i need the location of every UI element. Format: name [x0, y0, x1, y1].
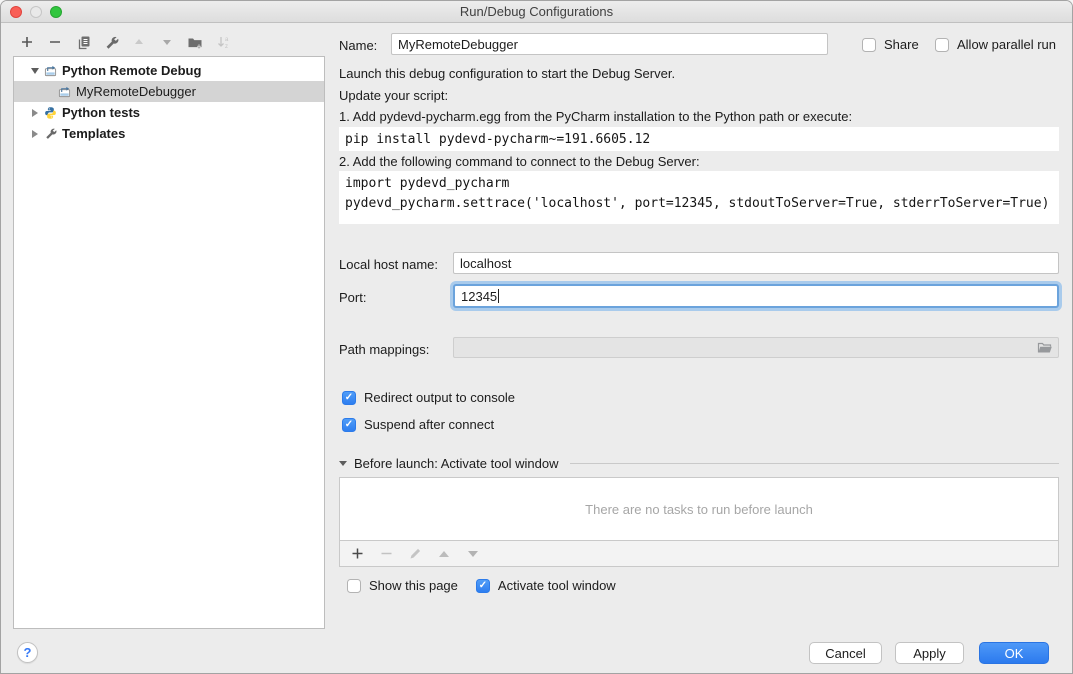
- remove-task-icon[interactable]: [378, 546, 394, 562]
- python-icon: [44, 106, 57, 120]
- port-value: 12345: [461, 289, 497, 304]
- share-checkbox-row: Share: [862, 37, 919, 52]
- remote-debug-icon: [44, 64, 57, 78]
- tree-item-myremotedebugger[interactable]: MyRemoteDebugger: [14, 81, 324, 102]
- name-value: MyRemoteDebugger: [398, 37, 518, 52]
- run-debug-configurations-dialog: Run/Debug Configurations az: [0, 0, 1073, 674]
- add-icon[interactable]: [19, 34, 35, 50]
- help-button[interactable]: ?: [17, 642, 38, 663]
- redirect-output-checkbox[interactable]: [342, 391, 356, 405]
- local-host-input[interactable]: localhost: [453, 252, 1059, 274]
- add-task-icon[interactable]: [349, 546, 365, 562]
- before-launch-header[interactable]: Before launch: Activate tool window: [339, 456, 1059, 471]
- tree-item-label: Python Remote Debug: [62, 63, 201, 78]
- remove-icon[interactable]: [47, 34, 63, 50]
- move-task-up-icon[interactable]: [436, 546, 452, 562]
- settrace-code-line1: import pydevd_pycharm: [345, 176, 509, 191]
- svg-text:a: a: [225, 37, 229, 43]
- settrace-code: import pydevd_pycharm pydevd_pycharm.set…: [339, 171, 1059, 224]
- instruction-intro: Launch this debug configuration to start…: [339, 66, 675, 81]
- chevron-down-icon[interactable]: [28, 68, 41, 74]
- collapse-triangle-icon[interactable]: [339, 461, 347, 466]
- tree-item-python-remote-debug[interactable]: Python Remote Debug: [14, 60, 324, 81]
- path-mappings-input[interactable]: [453, 337, 1059, 358]
- allow-parallel-run-label: Allow parallel run: [957, 37, 1056, 52]
- configurations-tree: Python Remote Debug MyRemoteDebugger Pyt…: [13, 56, 325, 629]
- section-divider: [570, 463, 1059, 464]
- redirect-output-label: Redirect output to console: [364, 390, 515, 405]
- title-bar[interactable]: Run/Debug Configurations: [1, 1, 1072, 23]
- move-task-down-icon[interactable]: [465, 546, 481, 562]
- edit-task-icon[interactable]: [407, 546, 423, 562]
- tree-item-label: Python tests: [62, 105, 140, 120]
- chevron-right-icon[interactable]: [28, 130, 41, 138]
- tree-item-label: Templates: [62, 126, 125, 141]
- move-down-icon[interactable]: [159, 34, 175, 50]
- share-label: Share: [884, 37, 919, 52]
- close-button[interactable]: [10, 6, 22, 18]
- tree-item-templates[interactable]: Templates: [14, 123, 324, 144]
- zoom-button[interactable]: [50, 6, 62, 18]
- activate-tool-window-label: Activate tool window: [498, 578, 616, 593]
- minimize-button[interactable]: [30, 6, 42, 18]
- tree-item-python-tests[interactable]: Python tests: [14, 102, 324, 123]
- suspend-after-connect-checkbox[interactable]: [342, 418, 356, 432]
- move-up-icon[interactable]: [131, 34, 147, 50]
- svg-text:z: z: [225, 44, 228, 50]
- before-launch-title: Before launch: Activate tool window: [354, 456, 559, 471]
- local-host-label: Local host name:: [339, 257, 438, 272]
- chevron-right-icon[interactable]: [28, 109, 41, 117]
- local-host-value: localhost: [460, 256, 511, 271]
- show-this-page-checkbox[interactable]: [347, 579, 361, 593]
- empty-task-message: There are no tasks to run before launch: [585, 502, 813, 517]
- port-input[interactable]: 12345: [453, 284, 1059, 308]
- tree-item-label: MyRemoteDebugger: [76, 84, 196, 99]
- wrench-icon: [44, 126, 57, 141]
- sort-alphabetically-icon[interactable]: az: [215, 34, 231, 50]
- name-input[interactable]: MyRemoteDebugger: [391, 33, 828, 55]
- suspend-after-connect-label: Suspend after connect: [364, 417, 494, 432]
- allow-parallel-checkbox-row: Allow parallel run: [935, 37, 1056, 52]
- ok-button[interactable]: OK: [979, 642, 1049, 664]
- instruction-step2: 2. Add the following command to connect …: [339, 154, 700, 169]
- suspend-after-connect-row: Suspend after connect: [342, 417, 494, 432]
- window-title: Run/Debug Configurations: [460, 4, 613, 19]
- port-label: Port:: [339, 290, 366, 305]
- pip-install-code: pip install pydevd-pycharm~=191.6605.12: [339, 127, 1059, 151]
- instruction-step1: 1. Add pydevd-pycharm.egg from the PyCha…: [339, 109, 852, 124]
- before-launch-task-list[interactable]: There are no tasks to run before launch: [339, 477, 1059, 541]
- redirect-output-row: Redirect output to console: [342, 390, 515, 405]
- remote-debug-icon: [58, 85, 71, 99]
- share-checkbox[interactable]: [862, 38, 876, 52]
- name-label: Name:: [339, 38, 377, 53]
- activate-tool-window-checkbox[interactable]: [476, 579, 490, 593]
- path-mappings-label: Path mappings:: [339, 342, 429, 357]
- settrace-code-line2: pydevd_pycharm.settrace('localhost', por…: [345, 196, 1049, 211]
- new-folder-icon[interactable]: [187, 34, 203, 50]
- instruction-update: Update your script:: [339, 88, 448, 103]
- browse-folder-icon[interactable]: [1037, 341, 1053, 354]
- wrench-icon[interactable]: [103, 34, 119, 50]
- page-option-row: Show this page Activate tool window: [347, 578, 616, 593]
- allow-parallel-run-checkbox[interactable]: [935, 38, 949, 52]
- copy-icon[interactable]: [75, 34, 91, 50]
- configurations-toolbar: az: [19, 34, 231, 50]
- help-question-icon: ?: [24, 645, 32, 660]
- text-caret: [498, 289, 499, 303]
- task-list-toolbar: [339, 541, 1059, 567]
- apply-button[interactable]: Apply: [895, 642, 964, 664]
- cancel-button[interactable]: Cancel: [809, 642, 882, 664]
- show-this-page-label: Show this page: [369, 578, 458, 593]
- traffic-lights: [10, 6, 62, 18]
